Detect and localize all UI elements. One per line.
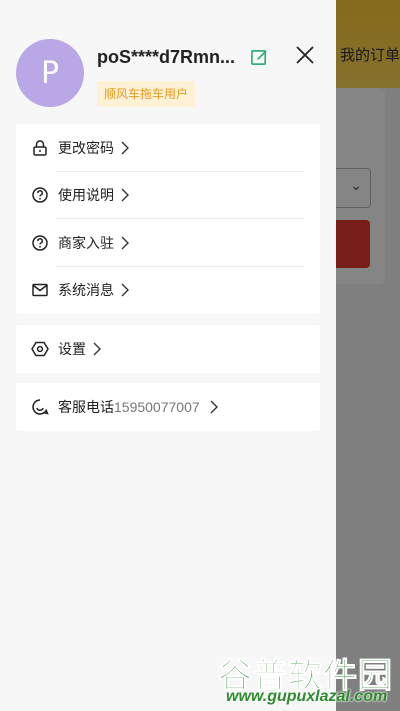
mail-icon [32,284,48,297]
chevron-right-icon [210,400,218,414]
user-type-badge: 顺风车拖车用户 [97,81,196,107]
help-circle-icon [32,187,48,203]
menu-item-label: 更改密码 [58,140,114,157]
chevron-right-icon [121,141,129,155]
chevron-right-icon [121,283,129,297]
menu-item-merchant-join[interactable]: 商家入驻 [16,219,320,267]
site-watermark: 谷普软件园 www.gupuxlazal.com [216,648,398,708]
close-icon[interactable] [294,44,316,66]
menu-item-label: 设置 [58,342,86,358]
chevron-right-icon [93,342,101,356]
side-drawer: P poS****d7Rmn... 顺风车拖车用户 更改密码 使用说明 商家入驻… [0,0,336,711]
menu-card-account: 更改密码 使用说明 商家入驻 系统消息 [16,124,320,314]
avatar[interactable]: P [16,39,84,107]
lock-icon [33,140,47,156]
menu-item-label: 系统消息 [58,283,114,300]
chevron-right-icon [121,236,129,250]
menu-card-support: 客服电话 15950077007 [16,383,320,431]
watermark-url: www.gupuxlazal.com [226,688,388,705]
menu-item-instructions[interactable]: 使用说明 [16,172,320,220]
username: poS****d7Rmn... [97,47,236,67]
avatar-letter: P [40,55,60,91]
menu-item-change-password[interactable]: 更改密码 [16,124,320,172]
chevron-right-icon [121,188,129,202]
menu-item-label: 使用说明 [58,188,114,205]
menu-card-settings: 设置 [16,325,320,373]
menu-item-settings[interactable]: 设置 [16,325,320,373]
menu-item-label: 商家入驻 [58,235,114,252]
menu-item-customer-service[interactable]: 客服电话 15950077007 [16,383,320,431]
settings-icon [31,341,49,357]
menu-item-system-messages[interactable]: 系统消息 [16,267,320,315]
edit-icon[interactable] [250,48,269,67]
customer-service-phone: 15950077007 [114,399,200,415]
menu-item-label: 客服电话 [58,400,114,416]
help-circle-icon [32,235,48,251]
customer-service-icon [32,399,49,415]
